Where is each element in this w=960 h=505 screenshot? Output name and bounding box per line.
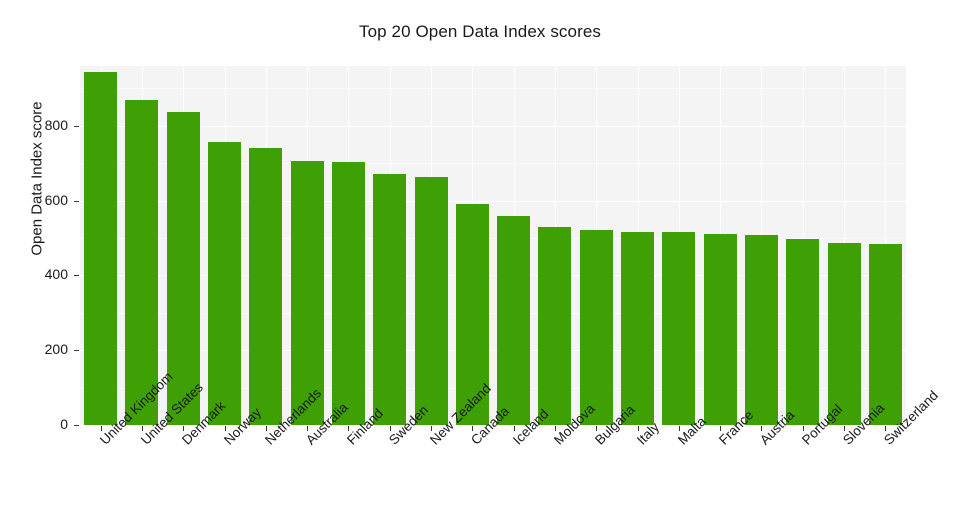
y-tick-mark [74, 200, 79, 202]
y-tick-label: 800 [44, 116, 68, 133]
x-tick-mark [265, 426, 267, 431]
bar [538, 226, 572, 425]
chart-figure: Top 20 Open Data Index scores Open Data … [0, 0, 960, 505]
bar [827, 242, 861, 425]
bar [868, 244, 902, 425]
bar [497, 215, 531, 425]
y-tick-mark [74, 425, 79, 426]
chart-title: Top 20 Open Data Index scores [359, 22, 601, 41]
bar [621, 231, 655, 425]
x-tick-mark [224, 426, 226, 431]
y-tick-mark [74, 275, 79, 277]
y-tick-label: 600 [44, 191, 68, 208]
bar [125, 99, 159, 425]
y-tick-mark [74, 350, 79, 352]
x-tick-mark [678, 426, 680, 431]
x-tick-mark [100, 426, 102, 431]
y-tick-label: 200 [44, 341, 68, 358]
bars-layer [80, 66, 906, 425]
bar [249, 147, 283, 425]
y-tick-label: 400 [44, 266, 68, 283]
bar [331, 162, 365, 425]
x-tick-mark [637, 426, 639, 431]
y-tick-mark [74, 125, 79, 127]
bar [414, 177, 448, 425]
x-tick-mark [389, 426, 391, 431]
bar [290, 160, 324, 425]
plot-panel [80, 66, 906, 426]
bar [786, 239, 820, 425]
bar [208, 142, 242, 425]
x-tick-mark [513, 426, 515, 431]
bar [662, 232, 696, 425]
bar [373, 173, 407, 425]
x-tick-mark [802, 426, 804, 431]
bar [579, 229, 613, 425]
bar [744, 235, 778, 425]
bar [84, 71, 118, 425]
bar [703, 233, 737, 425]
y-tick-label: 0 [60, 416, 68, 432]
